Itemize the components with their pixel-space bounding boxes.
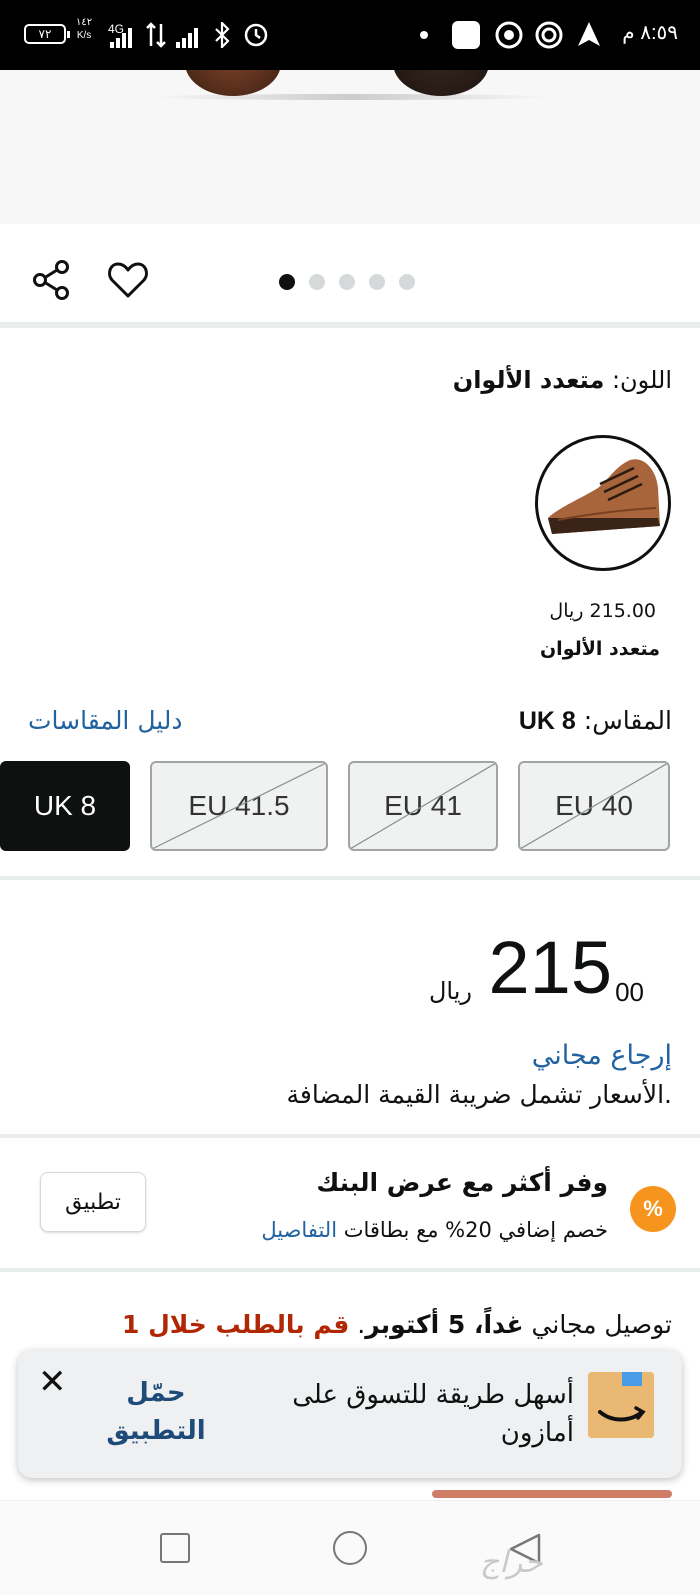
delivery-date: غداً، 5 أكتوبر (365, 1310, 524, 1339)
price-fraction: 00 (615, 977, 644, 1007)
apply-offer-button[interactable]: تطبيق (40, 1172, 146, 1232)
recent-apps-button[interactable] (160, 1533, 190, 1563)
color-swatch[interactable] (535, 435, 671, 571)
network-speed: ١٤٢ K/s (76, 17, 93, 41)
selected-color-value: متعدد الألوان (452, 366, 605, 394)
size-option-uk-8[interactable]: UK 8 (0, 761, 130, 851)
image-action-bar (0, 224, 700, 324)
app-banner-text: أسهل طريقة للتسوق على أمازون (292, 1380, 574, 1448)
carousel-pagination[interactable] (279, 274, 415, 290)
bank-offer-description: خصم إضافي 20% مع بطاقات التفاصيل (261, 1218, 608, 1242)
close-icon[interactable]: ✕ (38, 1362, 67, 1402)
size-option-eu-40[interactable]: EU 40 (518, 761, 670, 851)
section-divider (0, 1134, 700, 1138)
section-divider (0, 876, 700, 880)
selected-size-value: UK 8 (518, 707, 576, 735)
signal-icon-2 (176, 28, 198, 48)
carousel-dot[interactable] (339, 274, 355, 290)
size-guide-link[interactable]: دليل المقاسات (28, 706, 183, 735)
order-within-countdown: قم بالطلب خلال 1 (121, 1310, 350, 1339)
target-icon (535, 21, 563, 49)
clock: ٨:٥٩ م (622, 22, 678, 44)
carousel-dot[interactable] (309, 274, 325, 290)
percent-offer-icon: % (630, 1186, 676, 1232)
download-app-button[interactable]: حمّل التطبيق (96, 1374, 216, 1450)
shoe-shadow (150, 94, 550, 100)
size-option-eu-41-5[interactable]: EU 41.5 (150, 761, 328, 851)
app-download-banner: ✕ حمّل التطبيق أسهل طريقة للتسوق على أما… (18, 1350, 682, 1478)
alarm-icon (244, 23, 268, 47)
vat-note: .الأسعار تشمل ضريبة القيمة المضافة (286, 1080, 673, 1109)
section-divider (0, 322, 700, 328)
price-currency: ريال (428, 977, 472, 1005)
carousel-dot[interactable] (369, 274, 385, 290)
price-block: ريال 215 00 (272, 925, 672, 1025)
free-returns-link[interactable]: إرجاع مجاني (532, 1040, 672, 1071)
shoe-left-image (185, 70, 281, 96)
bank-offer-title: وفر أكثر مع عرض البنك (316, 1168, 608, 1197)
haraj-watermark: حراج (480, 1545, 543, 1580)
status-bar: ٧٢ ١٤٢ K/s 4G ٨:٥٩ م (0, 0, 700, 70)
signal-icon (110, 28, 132, 48)
swatch-name: متعدد الألوان (539, 638, 660, 660)
bluetooth-icon (215, 22, 230, 48)
unavailable-strike (152, 763, 326, 849)
whatsapp-icon (495, 21, 523, 49)
shoe-thumbnail (548, 459, 660, 534)
share-icon[interactable] (30, 258, 74, 302)
app-notification-icon (452, 21, 480, 49)
data-transfer-icon (146, 22, 166, 48)
amazon-box-icon (588, 1372, 654, 1438)
partially-hidden-text (432, 1490, 672, 1498)
swatch-price: 215.00 ريال (549, 600, 656, 622)
unavailable-strike (350, 763, 496, 849)
heart-icon[interactable] (106, 258, 150, 302)
carousel-dot[interactable] (399, 274, 415, 290)
offer-details-link[interactable]: التفاصيل (261, 1218, 337, 1242)
price-whole: 215 (488, 926, 612, 1009)
system-navigation-bar: حراج (0, 1500, 700, 1595)
section-divider (0, 1268, 700, 1272)
shoe-right-image (393, 70, 489, 96)
color-selection-label: اللون: متعدد الألوان (452, 366, 672, 394)
home-button[interactable] (333, 1531, 367, 1565)
notification-dot (420, 31, 428, 39)
size-option-eu-41[interactable]: EU 41 (348, 761, 498, 851)
product-image-carousel[interactable] (0, 70, 700, 224)
navigation-icon (578, 22, 600, 46)
carousel-dot[interactable] (279, 274, 295, 290)
battery-icon: ٧٢ (24, 24, 70, 44)
unavailable-strike (520, 763, 668, 849)
size-selection-label: المقاس: UK 8 (518, 706, 672, 735)
delivery-info: توصيل مجاني غداً، 5 أكتوبر. قم بالطلب خل… (121, 1310, 672, 1339)
amazon-app-logo (588, 1372, 654, 1438)
